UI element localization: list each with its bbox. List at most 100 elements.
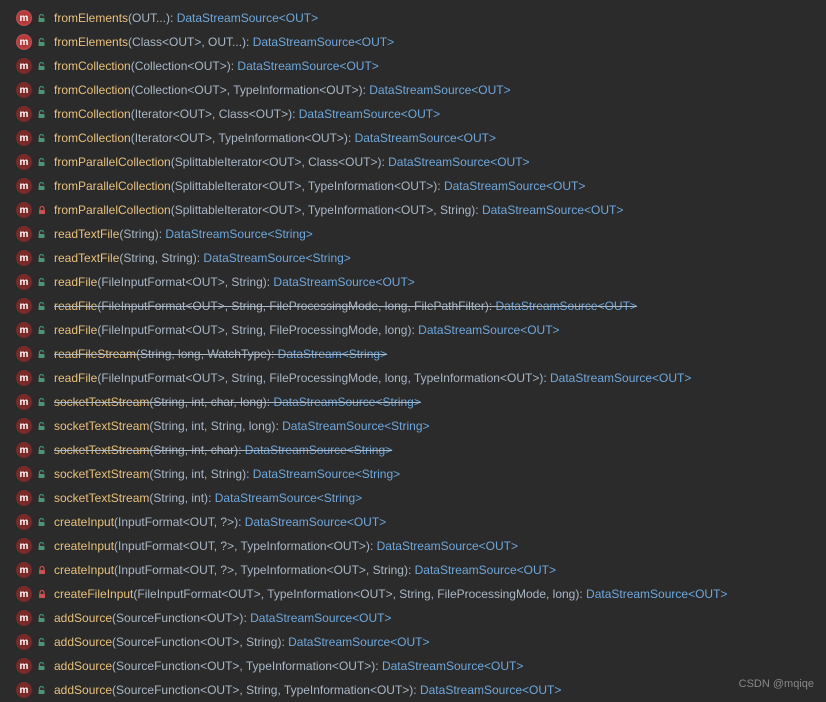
unlock-icon [36, 132, 48, 144]
method-item[interactable]: maddSource(SourceFunction<OUT>): DataStr… [0, 606, 826, 630]
lock-icon [36, 588, 48, 600]
method-item[interactable]: mfromCollection(Collection<OUT>, TypeInf… [0, 78, 826, 102]
method-item[interactable]: mfromElements(OUT...): DataStreamSource<… [0, 6, 826, 30]
method-signature: fromElements(Class<OUT>, OUT...): DataSt… [54, 35, 394, 49]
method-name: fromCollection [54, 59, 131, 73]
method-item[interactable]: mreadTextFile(String): DataStreamSource<… [0, 222, 826, 246]
method-params: (SourceFunction<OUT>, TypeInformation<OU… [112, 659, 375, 673]
return-separator: : [292, 107, 299, 121]
method-signature: socketTextStream(String, int, String, lo… [54, 419, 430, 433]
method-params: (InputFormat<OUT, ?>, TypeInformation<OU… [114, 539, 370, 553]
method-item[interactable]: mfromCollection(Collection<OUT>): DataSt… [0, 54, 826, 78]
return-type: DataStreamSource<OUT> [482, 203, 623, 217]
method-item[interactable]: msocketTextStream(String, int, String): … [0, 462, 826, 486]
method-params: (String, int, char) [149, 443, 238, 457]
return-type: DataStreamSource<OUT> [253, 35, 394, 49]
method-item[interactable]: m readTextFile(String, String): DataStrea… [0, 246, 826, 270]
unlock-icon [36, 612, 48, 624]
method-icon: m [16, 442, 32, 458]
method-item[interactable]: maddSource(SourceFunction<OUT>, String, … [0, 678, 826, 702]
return-separator: : [348, 131, 355, 145]
return-type: DataStreamSource<OUT> [444, 179, 585, 193]
method-params: (Collection<OUT>, TypeInformation<OUT>) [131, 83, 363, 97]
method-name: socketTextStream [54, 491, 149, 505]
method-item[interactable]: msocketTextStream(String, int, String, l… [0, 414, 826, 438]
method-item[interactable]: m addSource(SourceFunction<OUT>, TypeInfo… [0, 654, 826, 678]
method-signature: readTextFile(String, String): DataStream… [54, 251, 351, 265]
method-icon: m [16, 250, 32, 266]
return-type: DataStreamSource<OUT> [369, 83, 510, 97]
method-item[interactable]: mfromParallelCollection(SplittableIterat… [0, 174, 826, 198]
unlock-icon [36, 180, 48, 192]
method-name: fromCollection [54, 131, 131, 145]
unlock-icon [36, 636, 48, 648]
method-icon: m [16, 34, 32, 50]
method-item[interactable]: mreadFileStream(String, long, WatchType)… [0, 342, 826, 366]
method-params: (String, String) [119, 251, 196, 265]
method-item[interactable]: m fromElements(Class<OUT>, OUT...): DataS… [0, 30, 826, 54]
method-params: (OUT...) [128, 11, 170, 25]
method-params: (Iterator<OUT>, Class<OUT>) [131, 107, 292, 121]
method-signature: addSource(SourceFunction<OUT>, TypeInfor… [54, 659, 523, 673]
method-icon: m [16, 274, 32, 290]
return-separator: : [246, 467, 253, 481]
method-params: (InputFormat<OUT, ?>, TypeInformation<OU… [114, 563, 408, 577]
method-name: socketTextStream [54, 419, 149, 433]
method-name: fromCollection [54, 107, 131, 121]
method-item[interactable]: mcreateFileInput(FileInputFormat<OUT>, T… [0, 582, 826, 606]
method-item[interactable]: mfromParallelCollection(SplittableIterat… [0, 150, 826, 174]
return-type: DataStreamSource<OUT> [420, 683, 561, 697]
unlock-icon [36, 444, 48, 456]
method-icon: m [16, 538, 32, 554]
method-icon: m [16, 178, 32, 194]
method-item[interactable]: mfromCollection(Iterator<OUT>, TypeInfor… [0, 126, 826, 150]
method-icon: m [16, 658, 32, 674]
method-params: (Class<OUT>, OUT...) [128, 35, 246, 49]
method-name: fromParallelCollection [54, 179, 171, 193]
return-type: DataStreamSource<String> [245, 443, 392, 457]
method-item[interactable]: msocketTextStream(String, int, char, lon… [0, 390, 826, 414]
method-params: (String, int, String) [149, 467, 246, 481]
return-type: DataStreamSource<OUT> [382, 659, 523, 673]
method-name: createInput [54, 539, 114, 553]
method-item[interactable]: mreadFile(FileInputFormat<OUT>, String, … [0, 294, 826, 318]
method-params: (String) [119, 227, 158, 241]
method-params: (String, int, char, long) [149, 395, 266, 409]
method-item[interactable]: mcreateInput(InputFormat<OUT, ?>, TypeIn… [0, 558, 826, 582]
method-name: fromParallelCollection [54, 155, 171, 169]
method-item[interactable]: mfromCollection(Iterator<OUT>, Class<OUT… [0, 102, 826, 126]
method-params: (Collection<OUT>) [131, 59, 231, 73]
method-signature: addSource(SourceFunction<OUT>, String, T… [54, 683, 561, 697]
method-signature: fromElements(OUT...): DataStreamSource<O… [54, 11, 318, 25]
method-signature: readFile(FileInputFormat<OUT>, String, F… [54, 323, 560, 337]
method-icon: m [16, 346, 32, 362]
method-icon: m [16, 562, 32, 578]
method-signature: createInput(InputFormat<OUT, ?>, TypeInf… [54, 539, 518, 553]
return-type: DataStreamSource<OUT> [177, 11, 318, 25]
method-item[interactable]: mcreateInput(InputFormat<OUT, ?>): DataS… [0, 510, 826, 534]
method-item[interactable]: mreadFile(FileInputFormat<OUT>, String, … [0, 366, 826, 390]
method-name: createFileInput [54, 587, 133, 601]
method-signature: socketTextStream(String, int, String): D… [54, 467, 400, 481]
return-type: DataStreamSource<OUT> [550, 371, 691, 385]
method-signature: createInput(InputFormat<OUT, ?>): DataSt… [54, 515, 386, 529]
method-item[interactable]: mfromParallelCollection(SplittableIterat… [0, 198, 826, 222]
method-name: fromElements [54, 35, 128, 49]
method-params: (SourceFunction<OUT>, String, TypeInform… [112, 683, 413, 697]
method-item[interactable]: msocketTextStream(String, int, char): Da… [0, 438, 826, 462]
method-icon: m [16, 634, 32, 650]
method-item[interactable]: mreadFile(FileInputFormat<OUT>, String):… [0, 270, 826, 294]
return-separator: : [370, 539, 377, 553]
unlock-icon [36, 36, 48, 48]
method-item[interactable]: maddSource(SourceFunction<OUT>, String):… [0, 630, 826, 654]
return-type: DataStreamSource<OUT> [586, 587, 727, 601]
return-type: DataStreamSource<String> [215, 491, 362, 505]
method-item[interactable]: m createInput(InputFormat<OUT, ?>, TypeIn… [0, 534, 826, 558]
method-item[interactable]: mreadFile(FileInputFormat<OUT>, String, … [0, 318, 826, 342]
method-item[interactable]: msocketTextStream(String, int): DataStre… [0, 486, 826, 510]
unlock-icon [36, 84, 48, 96]
unlock-icon [36, 660, 48, 672]
return-type: DataStreamSource<OUT> [355, 131, 496, 145]
return-type: DataStreamSource<OUT> [250, 611, 391, 625]
method-params: (FileInputFormat<OUT>, String, FileProce… [97, 299, 488, 313]
